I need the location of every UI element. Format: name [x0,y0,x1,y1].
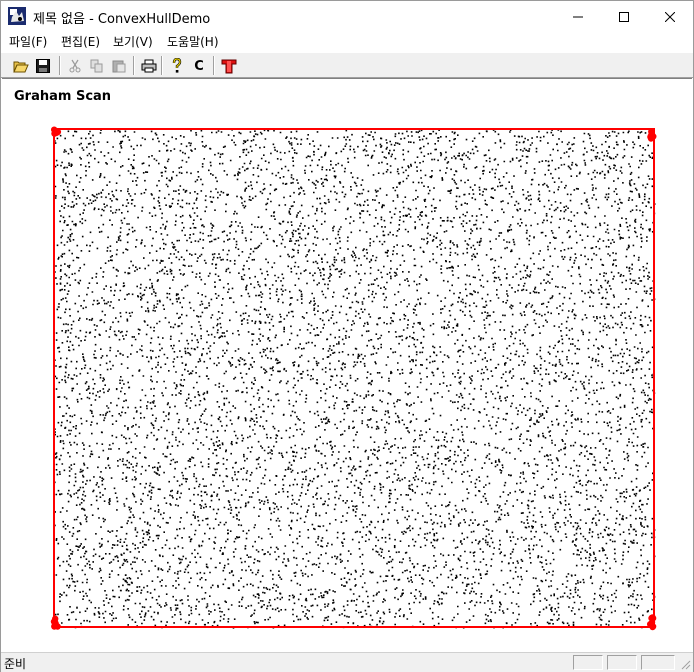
title-bar[interactable]: 제목 없음 - ConvexHullDemo [1,1,693,32]
menu-help[interactable]: 도움말(H) [167,34,219,50]
help-icon [172,58,182,73]
save-icon [36,59,50,73]
canvas-area[interactable]: Graham Scan [2,78,692,652]
point-marks [54,129,656,629]
status-text: 준비 [4,657,27,671]
close-icon [665,11,675,22]
c-button-label: C [194,58,204,74]
app-icon [8,7,26,25]
copy-icon [90,59,103,73]
paste-icon [112,60,126,73]
status-pane-scroll [641,655,675,670]
toolbar-separator [59,56,61,75]
minimize-button[interactable] [555,1,601,32]
menu-edit[interactable]: 편집(E) [61,34,100,50]
minimize-icon [573,16,583,17]
close-button[interactable] [647,1,693,32]
window-title: 제목 없음 - ConvexHullDemo [33,12,211,27]
paste-button[interactable] [109,56,129,76]
toolbar-separator [133,56,135,75]
hull-vertex [51,619,59,626]
point-cloud-plot [50,126,657,631]
menu-file[interactable]: 파일(F) [9,34,47,50]
hull-vertex [649,614,656,621]
help-button[interactable] [167,56,187,76]
resize-grip-icon[interactable] [679,658,691,670]
status-bar: 준비 [1,652,693,672]
print-icon [141,59,157,73]
hull-vertices [50,126,657,631]
point-cloud [54,129,656,629]
print-button[interactable] [139,56,159,76]
maximize-button[interactable] [601,1,647,32]
open-icon [13,61,29,73]
hull-vertex [53,128,60,135]
toolbar-separator [161,56,163,75]
convex-hull-button[interactable] [219,56,239,76]
save-button[interactable] [33,56,53,76]
open-button[interactable] [11,56,31,76]
menu-bar: 파일(F) 편집(E) 보기(V) 도움말(H) [1,32,693,52]
copy-button[interactable] [87,56,107,76]
cut-button[interactable] [65,56,85,76]
convex-hull-icon [221,59,237,74]
maximize-icon [619,11,629,22]
cut-icon [69,59,81,73]
hull-vertex [648,128,655,135]
status-pane-num [607,655,637,670]
toolbar: C [1,52,693,78]
menu-view[interactable]: 보기(V) [113,34,153,50]
status-pane-caps [573,655,603,670]
hull-vertex [649,623,657,630]
main-window: 제목 없음 - ConvexHullDemo 파일(F) 편집(E) 보기(V)… [0,0,694,672]
toolbar-separator [213,56,215,75]
c-button[interactable]: C [189,56,209,76]
